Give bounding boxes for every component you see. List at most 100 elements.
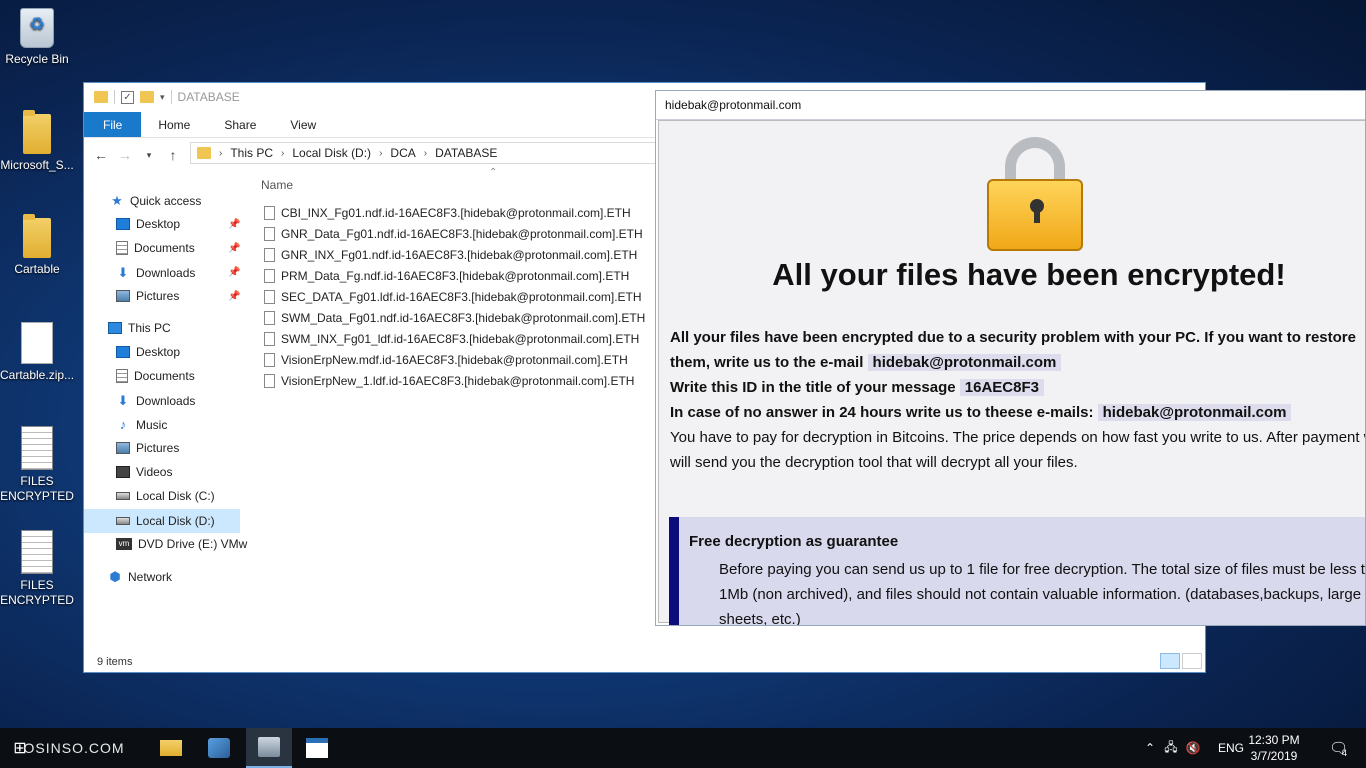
sidebar-item-label: Pictures bbox=[136, 441, 180, 455]
dvd-drive-icon: vm bbox=[116, 538, 132, 550]
desktop-icon-label: Recycle Bin bbox=[5, 52, 69, 66]
file-row[interactable]: SWM_INX_Fg01_ldf.id-16AEC8F3.[hidebak@pr… bbox=[264, 332, 639, 346]
show-hidden-icons-chevron-icon[interactable]: ⌃ bbox=[1140, 741, 1160, 755]
ransom-line-2: them, write us to the e-mail hidebak@pro… bbox=[670, 350, 1365, 375]
desktop-icon-label: Microsoft_S... bbox=[0, 158, 74, 172]
sidebar-item-label: Desktop bbox=[136, 345, 181, 359]
sidebar-item-qa-downloads[interactable]: ⬇ Downloads bbox=[116, 265, 196, 281]
sidebar-item-qa-desktop[interactable]: Desktop bbox=[116, 217, 180, 231]
taskbar-app-4[interactable] bbox=[296, 728, 338, 768]
recycle-bin-icon bbox=[20, 8, 54, 48]
file-row[interactable]: CBI_INX_Fg01.ndf.id-16AEC8F3.[hidebak@pr… bbox=[264, 206, 631, 220]
computer-icon bbox=[108, 322, 122, 334]
drive-icon bbox=[116, 517, 130, 525]
file-row[interactable]: PRM_Data_Fg.ndf.id-16AEC8F3.[hidebak@pro… bbox=[264, 269, 629, 283]
back-arrow-icon[interactable]: ← bbox=[92, 147, 110, 163]
tab-file[interactable]: File bbox=[84, 112, 142, 137]
file-icon bbox=[264, 248, 275, 262]
sidebar-item-label: Pictures bbox=[136, 289, 180, 303]
sidebar-item-qa-documents[interactable]: Documents bbox=[116, 241, 195, 255]
sidebar-item-label: Network bbox=[128, 570, 173, 584]
sidebar-item-label: Quick access bbox=[130, 194, 202, 208]
pin-icon[interactable]: 📌 bbox=[228, 267, 240, 278]
network-status-icon[interactable]: 🖧 bbox=[1160, 738, 1182, 759]
padlock-icon bbox=[987, 137, 1083, 251]
forward-arrow-icon[interactable]: → bbox=[116, 147, 134, 163]
documents-icon bbox=[116, 369, 128, 383]
breadcrumb-dca[interactable]: DCA bbox=[390, 146, 415, 160]
desktop-icon-recycle-bin[interactable]: Recycle Bin bbox=[0, 8, 74, 67]
file-icon bbox=[264, 332, 275, 346]
taskbar-app-2[interactable] bbox=[198, 728, 240, 768]
text-file-icon bbox=[21, 426, 53, 470]
file-row[interactable]: VisionErpNew_1.ldf.id-16AEC8F3.[hidebak@… bbox=[264, 374, 634, 388]
sidebar-item-pc-downloads[interactable]: ⬇ Downloads bbox=[116, 393, 196, 409]
recent-locations-chevron-icon[interactable]: ▾ bbox=[140, 150, 158, 161]
sidebar-item-pc-pictures[interactable]: Pictures bbox=[116, 441, 179, 455]
pin-icon[interactable]: 📌 bbox=[228, 243, 240, 254]
new-folder-icon[interactable] bbox=[140, 91, 154, 103]
file-name: SWM_Data_Fg01.ndf.id-16AEC8F3.[hidebak@p… bbox=[281, 311, 646, 325]
ransom-note-body: All your files have been encrypted! All … bbox=[658, 120, 1365, 625]
taskbar: ⊞ OSINSO.COM ⌃ 🖧 🔇 ENG 12:30 PM 3/7/2019… bbox=[0, 728, 1366, 768]
sidebar-item-pc-videos[interactable]: Videos bbox=[116, 465, 172, 479]
file-row[interactable]: GNR_INX_Fg01.ndf.id-16AEC8F3.[hidebak@pr… bbox=[264, 248, 637, 262]
clock-date: 3/7/2019 bbox=[1250, 749, 1298, 763]
sidebar-item-qa-pictures[interactable]: Pictures bbox=[116, 289, 179, 303]
file-row[interactable]: VisionErpNew.mdf.id-16AEC8F3.[hidebak@pr… bbox=[264, 353, 628, 367]
pictures-icon bbox=[116, 290, 130, 302]
properties-icon[interactable]: ✓ bbox=[121, 90, 134, 104]
desktop-icon-label: FILES ENCRYPTED bbox=[0, 578, 74, 607]
column-header-name[interactable]: Name bbox=[261, 178, 293, 192]
folder-icon bbox=[23, 214, 51, 258]
taskbar-clock[interactable]: 12:30 PM 3/7/2019 bbox=[1244, 732, 1304, 764]
ransom-window-title: hidebak@protonmail.com bbox=[656, 91, 1365, 120]
breadcrumb-local-disk-d[interactable]: Local Disk (D:) bbox=[292, 146, 371, 160]
volume-muted-icon[interactable]: 🔇 bbox=[1182, 741, 1204, 755]
large-icons-view-button[interactable] bbox=[1182, 653, 1202, 669]
up-arrow-icon[interactable]: ↑ bbox=[164, 147, 182, 163]
tab-share[interactable]: Share bbox=[207, 112, 273, 137]
desktop-icon-microsoft[interactable]: Microsoft_S... bbox=[0, 110, 74, 173]
chevron-right-icon: › bbox=[423, 147, 428, 159]
action-center-button[interactable]: 🗨 4 bbox=[1318, 728, 1358, 768]
desktop-icon-cartable[interactable]: Cartable bbox=[0, 214, 74, 277]
details-view-button[interactable] bbox=[1160, 653, 1180, 669]
breadcrumb-database[interactable]: DATABASE bbox=[435, 146, 497, 160]
file-name: GNR_Data_Fg01.ndf.id-16AEC8F3.[hidebak@p… bbox=[281, 227, 643, 241]
tab-home[interactable]: Home bbox=[141, 112, 207, 137]
sidebar-item-network[interactable]: ⬢ Network bbox=[108, 569, 172, 585]
desktop-icon-cartable-zip[interactable]: Cartable.zip... bbox=[0, 322, 74, 383]
pin-icon[interactable]: 📌 bbox=[228, 291, 240, 302]
ransom-note-window: hidebak@protonmail.com All your files ha… bbox=[655, 90, 1366, 626]
input-language[interactable]: ENG bbox=[1218, 741, 1244, 755]
sidebar-item-disk-c[interactable]: Local Disk (C:) bbox=[116, 489, 215, 503]
divider bbox=[170, 90, 172, 104]
clock-time: 12:30 PM bbox=[1248, 733, 1300, 747]
taskbar-app-3[interactable] bbox=[246, 728, 292, 768]
desktop-icon bbox=[116, 346, 130, 358]
pin-icon[interactable]: 📌 bbox=[228, 219, 240, 230]
breadcrumb-this-pc[interactable]: This PC bbox=[230, 146, 273, 160]
file-row[interactable]: SEC_DATA_Fg01.ldf.id-16AEC8F3.[hidebak@p… bbox=[264, 290, 642, 304]
sidebar-item-this-pc[interactable]: This PC bbox=[108, 321, 171, 335]
desktop-icon-files-encrypted-1[interactable]: FILES ENCRYPTED bbox=[0, 426, 74, 504]
file-icon bbox=[264, 290, 275, 304]
file-row[interactable]: SWM_Data_Fg01.ndf.id-16AEC8F3.[hidebak@p… bbox=[264, 311, 645, 325]
desktop-icon bbox=[116, 218, 130, 230]
sidebar-item-pc-desktop[interactable]: Desktop bbox=[116, 345, 180, 359]
file-icon bbox=[264, 311, 275, 325]
sidebar-item-disk-d[interactable]: Local Disk (D:) bbox=[84, 509, 240, 533]
sidebar-item-quick-access[interactable]: ★ Quick access bbox=[110, 193, 201, 209]
sidebar-item-pc-music[interactable]: ♪ Music bbox=[116, 417, 168, 432]
desktop-icon-files-encrypted-2[interactable]: FILES ENCRYPTED bbox=[0, 530, 74, 608]
sidebar-item-pc-documents[interactable]: Documents bbox=[116, 369, 195, 383]
file-row[interactable]: GNR_Data_Fg01.ndf.id-16AEC8F3.[hidebak@p… bbox=[264, 227, 643, 241]
sidebar-item-dvd-drive[interactable]: vm DVD Drive (E:) VMw bbox=[116, 537, 247, 551]
taskbar-file-explorer[interactable] bbox=[150, 728, 192, 768]
ransom-email-1: hidebak@protonmail.com bbox=[867, 354, 1062, 371]
quick-access-toolbar-dropdown-icon[interactable]: ▾ bbox=[160, 92, 165, 103]
sidebar-item-label: Videos bbox=[136, 465, 173, 479]
tab-view[interactable]: View bbox=[273, 112, 333, 137]
desktop-icon-label: Cartable.zip... bbox=[0, 368, 75, 382]
